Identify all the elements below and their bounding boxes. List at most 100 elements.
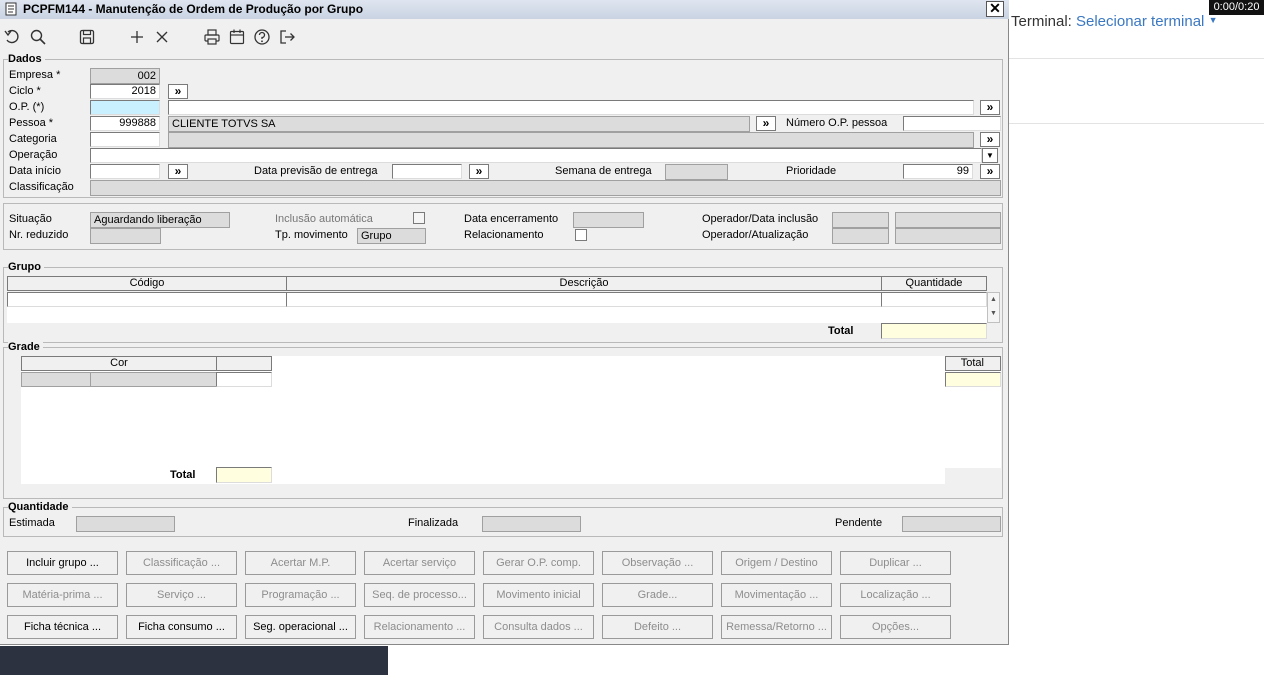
grupo-row-codigo[interactable] xyxy=(7,292,287,307)
categoria-field[interactable] xyxy=(90,132,160,147)
estimada-field xyxy=(76,516,175,532)
data-inicio-field[interactable] xyxy=(90,164,160,179)
grupo-col-codigo[interactable]: Código xyxy=(7,276,287,291)
grupo-col-descricao[interactable]: Descrição xyxy=(286,276,882,291)
scroll-down-icon[interactable]: ▼ xyxy=(988,307,999,321)
operador-inclusao-label: Operador/Data inclusão xyxy=(702,213,819,225)
programacao-button[interactable]: Programação ... xyxy=(245,583,356,607)
grupo-col-quantidade[interactable]: Quantidade xyxy=(881,276,987,291)
servico-button[interactable]: Serviço ... xyxy=(126,583,237,607)
finalizada-label: Finalizada xyxy=(408,517,459,529)
delete-icon[interactable] xyxy=(153,28,173,48)
quantidade-section-title: Quantidade xyxy=(8,501,72,513)
movimentacao-button[interactable]: Movimentação ... xyxy=(721,583,832,607)
grupo-section-title: Grupo xyxy=(8,261,44,273)
print-icon[interactable] xyxy=(203,28,223,48)
grade-col-cor[interactable]: Cor xyxy=(21,356,217,371)
scroll-up-icon[interactable]: ▲ xyxy=(988,293,999,307)
pendente-label: Pendente xyxy=(835,517,883,529)
classificacao-button[interactable]: Classificação ... xyxy=(126,551,237,575)
document-icon xyxy=(4,2,18,16)
acertar-servico-button[interactable]: Acertar serviço xyxy=(364,551,475,575)
grupo-row-quantidade[interactable] xyxy=(881,292,987,307)
grade-col-size[interactable] xyxy=(216,356,272,371)
categoria-label: Categoria xyxy=(9,133,57,145)
defeito-button[interactable]: Defeito ... xyxy=(602,615,713,639)
chevron-down-icon[interactable]: ▼ xyxy=(982,148,998,163)
origem-destino-button[interactable]: Origem / Destino xyxy=(721,551,832,575)
close-button[interactable]: ✕ xyxy=(986,1,1004,17)
grupo-total-field xyxy=(881,323,987,339)
categoria-lookup-button[interactable]: » xyxy=(980,132,1000,147)
remessa-retorno-button[interactable]: Remessa/Retorno ... xyxy=(721,615,832,639)
grade-cell-qty[interactable] xyxy=(216,372,272,387)
undo-icon[interactable] xyxy=(3,28,23,48)
prioridade-lookup-button[interactable]: » xyxy=(980,164,1000,179)
observacao-button[interactable]: Observação ... xyxy=(602,551,713,575)
calendar-icon[interactable] xyxy=(228,28,248,48)
terminal-label: Terminal: xyxy=(1011,13,1072,30)
inclusao-automatica-checkbox[interactable] xyxy=(413,212,425,224)
opcoes-button[interactable]: Opções... xyxy=(840,615,951,639)
incluir-grupo-button[interactable]: Incluir grupo ... xyxy=(7,551,118,575)
pessoa-label: Pessoa * xyxy=(9,117,54,129)
gerar-o-p-comp-button[interactable]: Gerar O.P. comp. xyxy=(483,551,594,575)
video-timer: 0:00/0:20 xyxy=(1209,0,1264,15)
classificacao-label: Classificação xyxy=(9,181,74,193)
data-encerramento-field xyxy=(573,212,644,228)
data-previsao-label: Data previsão de entrega xyxy=(254,165,378,177)
data-inclusao-field xyxy=(895,212,1001,228)
numero-op-pessoa-field[interactable] xyxy=(903,116,1001,131)
help-icon[interactable] xyxy=(253,28,273,48)
movimento-inicial-button[interactable]: Movimento inicial xyxy=(483,583,594,607)
pessoa-field[interactable]: 999888 xyxy=(90,116,160,131)
select-terminal-link-label: Selecionar terminal xyxy=(1076,13,1205,30)
ciclo-field[interactable]: 2018 xyxy=(90,84,160,99)
select-terminal-link[interactable]: Selecionar terminal ▼ xyxy=(1076,13,1218,30)
grade-col-total[interactable]: Total xyxy=(945,356,1001,371)
data-inicio-calendar-button[interactable]: » xyxy=(168,164,188,179)
add-icon[interactable] xyxy=(128,28,148,48)
op-field[interactable] xyxy=(90,100,160,115)
op-description-field[interactable] xyxy=(168,100,974,115)
localizacao-button[interactable]: Localização ... xyxy=(840,583,951,607)
grade-section-title: Grade xyxy=(8,341,43,353)
grade-total-field xyxy=(216,467,272,483)
grade-cell-cor-name xyxy=(90,372,217,387)
tp-movimento-field: Grupo xyxy=(357,228,426,244)
data-atualizacao-field xyxy=(895,228,1001,244)
pessoa-name-field: CLIENTE TOTVS SA xyxy=(168,116,750,132)
seg-operacional-button[interactable]: Seg. operacional ... xyxy=(245,615,356,639)
ciclo-lookup-button[interactable]: » xyxy=(168,84,188,99)
search-icon[interactable] xyxy=(29,28,49,48)
materia-prima-button[interactable]: Matéria-prima ... xyxy=(7,583,118,607)
data-previsao-calendar-button[interactable]: » xyxy=(469,164,489,179)
window-title: PCPFM144 - Manutenção de Ordem de Produç… xyxy=(23,2,364,16)
op-lookup-button[interactable]: » xyxy=(980,100,1000,115)
ficha-tecnica-button[interactable]: Ficha técnica ... xyxy=(7,615,118,639)
save-icon[interactable] xyxy=(78,28,98,48)
grupo-scrollbar[interactable]: ▲ ▼ xyxy=(987,292,1000,323)
title-bar[interactable]: PCPFM144 - Manutenção de Ordem de Produç… xyxy=(0,0,1009,19)
consulta-dados-button[interactable]: Consulta dados ... xyxy=(483,615,594,639)
acertar-m-p-button[interactable]: Acertar M.P. xyxy=(245,551,356,575)
grupo-row-descricao[interactable] xyxy=(286,292,882,307)
relacionamento-checkbox[interactable] xyxy=(575,229,587,241)
classificacao-field xyxy=(90,180,1001,196)
divider xyxy=(1009,58,1264,59)
grade-total-label: Total xyxy=(170,469,196,481)
duplicar-button[interactable]: Duplicar ... xyxy=(840,551,951,575)
exit-icon[interactable] xyxy=(278,28,298,48)
operacao-select[interactable] xyxy=(90,148,982,163)
divider xyxy=(1009,123,1264,124)
relacionamento-button[interactable]: Relacionamento ... xyxy=(364,615,475,639)
prioridade-field[interactable]: 99 xyxy=(903,164,973,179)
empresa-label: Empresa * xyxy=(9,69,61,81)
grade-button[interactable]: Grade... xyxy=(602,583,713,607)
seq-de-processo-button[interactable]: Seq. de processo... xyxy=(364,583,475,607)
situacao-label: Situação xyxy=(9,213,52,225)
ficha-consumo-button[interactable]: Ficha consumo ... xyxy=(126,615,237,639)
pessoa-lookup-button[interactable]: » xyxy=(756,116,776,131)
empresa-field: 002 xyxy=(90,68,160,84)
data-previsao-field[interactable] xyxy=(392,164,462,179)
